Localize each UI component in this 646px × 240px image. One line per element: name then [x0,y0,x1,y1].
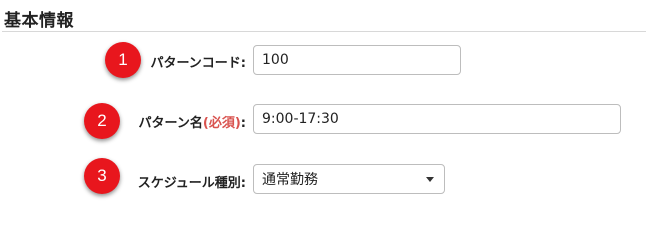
pattern-name-value: 9:00-17:30 [262,111,339,127]
pattern-code-value: 100 [262,52,289,68]
pattern-name-label-text: パターン名 [138,116,203,131]
pattern-name-input[interactable]: 9:00-17:30 [253,104,621,134]
dropdown-arrow-icon [426,177,434,182]
section-header: 基本情報 [2,2,646,32]
section-title: 基本情報 [4,11,74,31]
step-badge-3: 3 [84,158,120,194]
label-colon: : [240,56,246,71]
schedule-type-label-text: スケジュール種別 [137,176,241,191]
section-divider [2,31,646,32]
schedule-type-select[interactable]: 通常勤務 [253,164,445,194]
schedule-type-value: 通常勤務 [262,172,318,188]
step-badge-1: 1 [105,42,141,78]
label-colon: : [240,116,246,131]
pattern-code-input[interactable]: 100 [253,45,461,75]
required-marker: (必須) [202,116,241,131]
pattern-name-label: パターン名(必須): [139,112,246,131]
step-badge-2: 2 [84,103,120,139]
label-colon: : [240,176,246,191]
schedule-type-label: スケジュール種別: [138,172,246,191]
pattern-code-label: パターンコード: [150,52,246,71]
pattern-code-label-text: パターンコード [150,56,241,71]
